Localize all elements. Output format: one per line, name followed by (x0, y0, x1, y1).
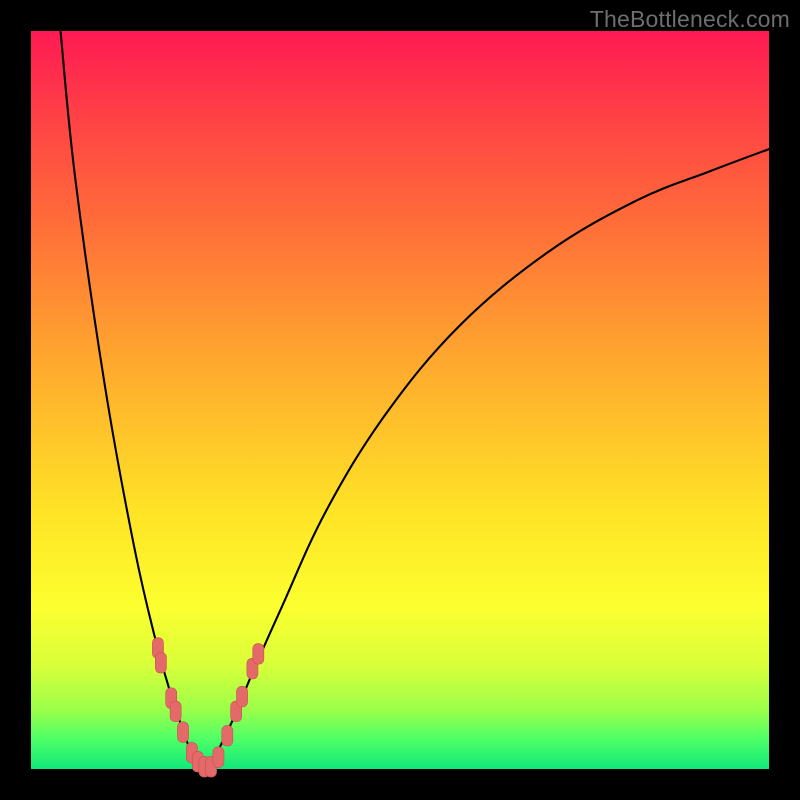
marker-bead (222, 725, 233, 746)
marker-bead (253, 644, 264, 665)
watermark-text: TheBottleneck.com (590, 6, 790, 33)
plot-area (31, 31, 769, 769)
marker-bead (237, 686, 248, 707)
marker-group (152, 638, 263, 777)
marker-bead (170, 701, 181, 722)
chart-frame: TheBottleneck.com (0, 0, 800, 800)
marker-bead (155, 652, 166, 673)
marker-bead (177, 722, 188, 743)
marker-bead (213, 747, 224, 768)
curve-layer (31, 31, 769, 769)
bottleneck-curve (61, 31, 769, 767)
